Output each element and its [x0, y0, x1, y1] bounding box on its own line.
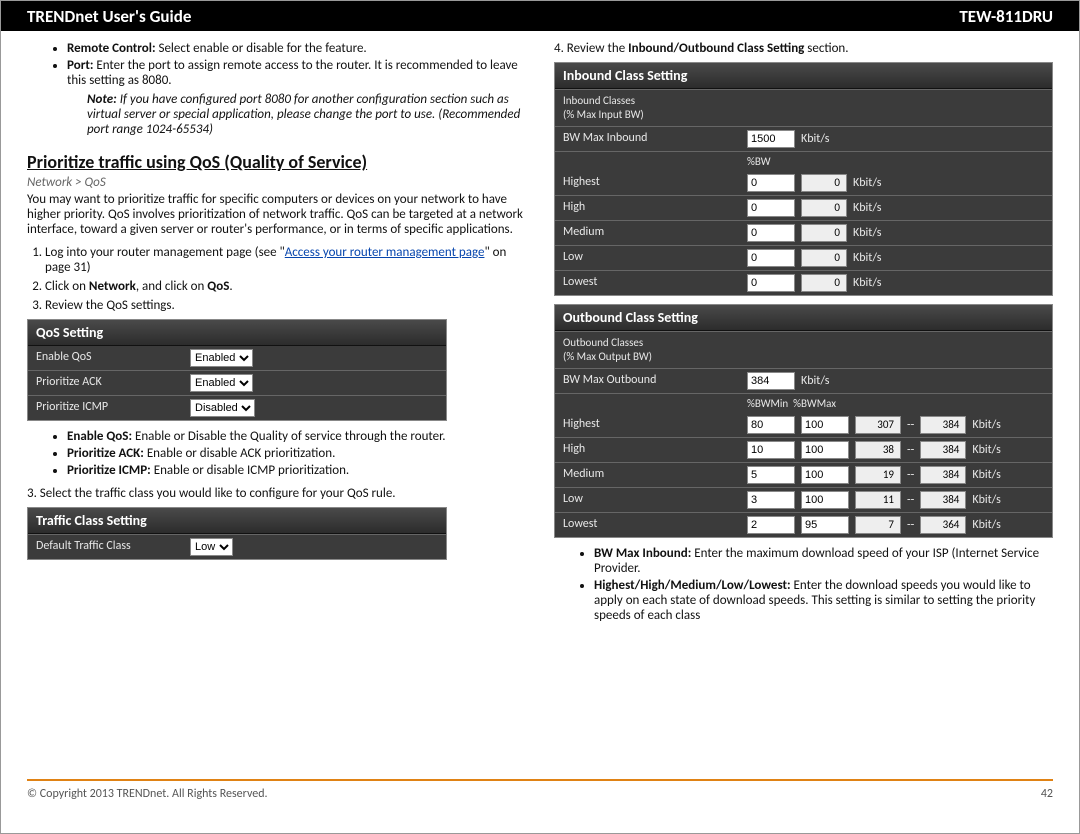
panel-title: Traffic Class Setting: [28, 508, 446, 534]
traffic-class-panel: Traffic Class Setting Default Traffic Cl…: [27, 507, 447, 560]
bwmax-outbound-input[interactable]: [747, 372, 795, 390]
step-3-text: 3. Select the traffic class you would li…: [27, 486, 526, 501]
readonly-value: 38: [855, 441, 901, 459]
qos-bullets: Enable QoS: Enable or Disable the Qualit…: [27, 429, 526, 478]
readonly-value: 7: [855, 516, 901, 534]
row-label: Default Traffic Class: [28, 535, 184, 559]
panel-title: Outbound Class Setting: [555, 305, 1052, 331]
list-item: BW Max Inbound: Enter the maximum downlo…: [594, 546, 1053, 576]
bwmax-input[interactable]: [801, 416, 849, 434]
qos-select[interactable]: Disabled: [190, 399, 255, 417]
row-label: Highest: [555, 413, 741, 437]
row-label: Medium: [555, 463, 741, 487]
list-item: Review the QoS settings.: [45, 298, 526, 313]
bw-input[interactable]: [747, 174, 795, 192]
access-mgmt-link[interactable]: Access your router management page: [285, 245, 485, 260]
row-label: Highest: [555, 171, 741, 195]
bw-input[interactable]: [747, 249, 795, 267]
readonly-value: 364: [920, 516, 966, 534]
bw-input[interactable]: [747, 224, 795, 242]
list-item: Remote Control: Select enable or disable…: [67, 41, 526, 56]
right-column: 4. Review the Inbound/Outbound Class Set…: [554, 41, 1053, 625]
list-item: Highest/High/Medium/Low/Lowest: Enter th…: [594, 578, 1053, 623]
bwmin-input[interactable]: [747, 491, 795, 509]
page-number: 42: [1041, 787, 1053, 801]
bwmin-input[interactable]: [747, 516, 795, 534]
row-label: Medium: [555, 221, 741, 245]
end-bullets: BW Max Inbound: Enter the maximum downlo…: [554, 546, 1053, 623]
bwmax-input[interactable]: [801, 491, 849, 509]
bwmax-input[interactable]: [801, 466, 849, 484]
list-item: Click on Network, and click on QoS.: [45, 279, 526, 294]
row-label: Low: [555, 246, 741, 270]
bwmin-input[interactable]: [747, 416, 795, 434]
bwmax-input[interactable]: [801, 516, 849, 534]
readonly-value: 384: [920, 441, 966, 459]
inbound-panel: Inbound Class Setting Inbound Classes(% …: [554, 62, 1053, 296]
default-traffic-select[interactable]: Low: [190, 538, 233, 556]
qos-select[interactable]: Enabled: [190, 374, 253, 392]
readonly-value: 0: [801, 174, 847, 192]
note-block: Note: If you have configured port 8080 f…: [27, 92, 526, 137]
panel-title: QoS Setting: [28, 320, 446, 346]
row-label: Enable QoS: [28, 346, 184, 370]
qos-select[interactable]: Enabled: [190, 349, 253, 367]
readonly-value: 0: [801, 199, 847, 217]
readonly-value: 0: [801, 224, 847, 242]
row-label: High: [555, 438, 741, 462]
list-item: Prioritize ICMP: Enable or disable ICMP …: [67, 463, 526, 478]
row-label: Prioritize ACK: [28, 371, 184, 395]
readonly-value: 384: [920, 491, 966, 509]
row-label: Lowest: [555, 271, 741, 295]
list-item: Enable QoS: Enable or Disable the Qualit…: [67, 429, 526, 444]
readonly-value: 307: [855, 416, 901, 434]
bwmax-input[interactable]: [801, 441, 849, 459]
readonly-value: 19: [855, 466, 901, 484]
remote-bullets: Remote Control: Select enable or disable…: [27, 41, 526, 88]
steps-list: Log into your router management page (se…: [27, 245, 526, 313]
row-label: BW Max Outbound: [555, 369, 741, 393]
list-item: Prioritize ACK: Enable or disable ACK pr…: [67, 446, 526, 461]
model-number: TEW-811DRU: [959, 6, 1053, 27]
row-label: Prioritize ICMP: [28, 396, 184, 420]
row-label: Lowest: [555, 513, 741, 537]
intro-paragraph: You may want to prioritize traffic for s…: [27, 192, 526, 237]
breadcrumb: Network > QoS: [27, 175, 526, 190]
section-title: Prioritize traffic using QoS (Quality of…: [27, 151, 526, 173]
readonly-value: 384: [920, 416, 966, 434]
row-label: High: [555, 196, 741, 220]
readonly-value: 11: [855, 491, 901, 509]
list-item: Log into your router management page (se…: [45, 245, 526, 275]
page-header: TRENDnet User's Guide TEW-811DRU: [1, 1, 1079, 31]
left-column: Remote Control: Select enable or disable…: [27, 41, 526, 625]
qos-setting-panel: QoS Setting Enable QoS Enabled Prioritize…: [27, 319, 447, 421]
list-item: Port: Enter the port to assign remote ac…: [67, 58, 526, 88]
bw-input[interactable]: [747, 199, 795, 217]
bwmax-inbound-input[interactable]: [747, 130, 795, 148]
row-label: BW Max Inbound: [555, 127, 741, 151]
row-label: Low: [555, 488, 741, 512]
guide-title: TRENDnet User's Guide: [27, 6, 191, 27]
readonly-value: 0: [801, 249, 847, 267]
readonly-value: 0: [801, 274, 847, 292]
panel-title: Inbound Class Setting: [555, 63, 1052, 89]
step-4-text: 4. Review the Inbound/Outbound Class Set…: [554, 41, 1053, 56]
outbound-panel: Outbound Class Setting Outbound Classes(…: [554, 304, 1053, 538]
bw-input[interactable]: [747, 274, 795, 292]
readonly-value: 384: [920, 466, 966, 484]
copyright: © Copyright 2013 TRENDnet. All Rights Re…: [27, 787, 268, 801]
bwmin-input[interactable]: [747, 441, 795, 459]
bwmin-input[interactable]: [747, 466, 795, 484]
